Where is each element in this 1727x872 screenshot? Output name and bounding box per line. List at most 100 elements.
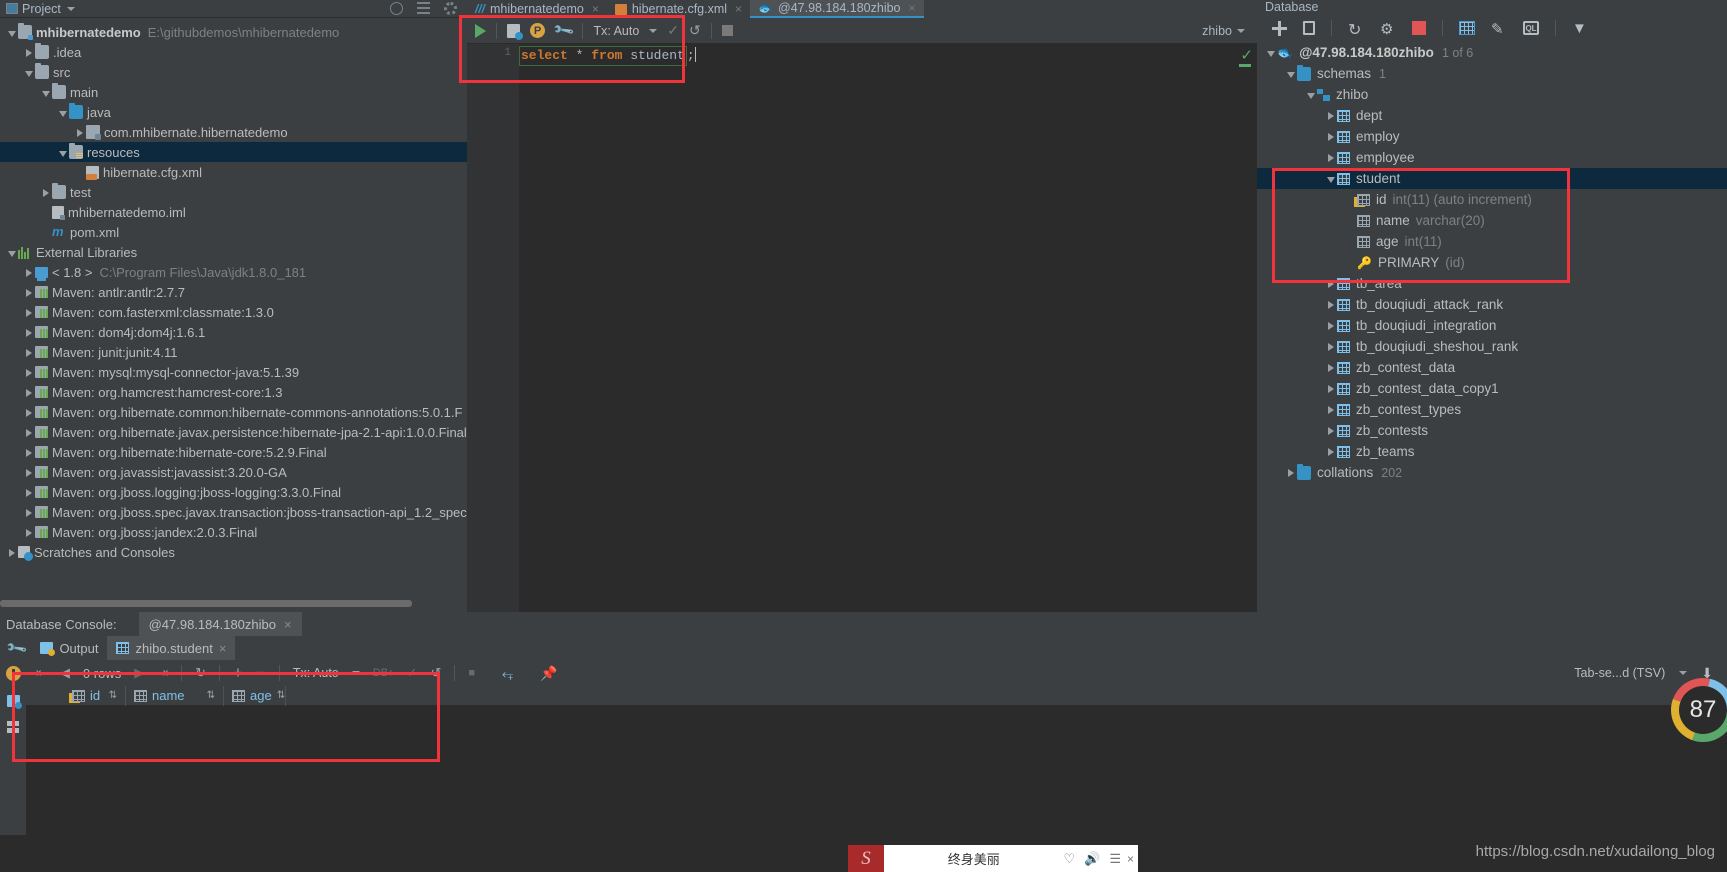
- project-tree-item[interactable]: Maven: com.fasterxml:classmate:1.3.0: [0, 302, 467, 322]
- sort-icon[interactable]: ⇅: [109, 690, 117, 701]
- twisty-collapsed[interactable]: [23, 325, 35, 340]
- heart-icon[interactable]: ♡: [1063, 851, 1075, 867]
- commit-icon[interactable]: ✓: [667, 22, 679, 39]
- code-area[interactable]: 1 select * from student; ✓: [467, 44, 1257, 612]
- project-tree-item[interactable]: Maven: dom4j:dom4j:1.6.1: [0, 322, 467, 342]
- twisty-collapsed[interactable]: [1325, 318, 1337, 333]
- project-tree-item[interactable]: mhibernatedemo E:\githubdemos\mhibernated…: [0, 22, 467, 42]
- twisty-collapsed[interactable]: [1325, 360, 1337, 375]
- wrench-icon[interactable]: 🔧: [5, 636, 29, 660]
- database-tree-item[interactable]: schemas 1: [1257, 63, 1727, 84]
- project-tree-item[interactable]: Maven: org.javassist:javassist:3.20.0-GA: [0, 462, 467, 482]
- twisty-collapsed[interactable]: [1325, 129, 1337, 144]
- project-tree-item[interactable]: Maven: org.jboss:jandex:2.0.3.Final: [0, 522, 467, 542]
- twisty-expanded[interactable]: [57, 105, 69, 120]
- chevron-down-icon[interactable]: [66, 6, 75, 11]
- database-tree-item[interactable]: collations 202: [1257, 462, 1727, 483]
- results-toolbar[interactable]: ⇤ ◀ 0 rows ▶ ⇥ ↻ + − Tx: Auto DB↑ ✓ ↺ ■ …: [26, 660, 1727, 686]
- twisty-expanded[interactable]: [1305, 87, 1317, 102]
- console-tab-bar[interactable]: 🔧 Output zhibo.student ×: [0, 636, 1257, 660]
- remove-row-icon[interactable]: −: [256, 663, 266, 683]
- results-column-header[interactable]: age ⇅: [224, 685, 286, 706]
- project-tree-item[interactable]: java: [0, 102, 467, 122]
- project-tree-item[interactable]: src: [0, 62, 467, 82]
- twisty-collapsed[interactable]: [1325, 423, 1337, 438]
- project-tree-item[interactable]: test: [0, 182, 467, 202]
- stop-icon[interactable]: [721, 25, 733, 36]
- modify-icon[interactable]: ✎: [1491, 20, 1507, 38]
- twisty-collapsed[interactable]: [74, 125, 86, 140]
- revert-icon[interactable]: ↺: [430, 665, 441, 681]
- twisty-collapsed[interactable]: [1325, 297, 1337, 312]
- sort-icon[interactable]: ⇅: [277, 690, 285, 701]
- project-tree-item[interactable]: Maven: org.hibernate:hibernate-core:5.2.…: [0, 442, 467, 462]
- wrench-icon[interactable]: 🔧: [552, 19, 576, 43]
- console-tab[interactable]: Output: [31, 636, 107, 660]
- twisty-collapsed[interactable]: [1325, 276, 1337, 291]
- database-tree-item[interactable]: tb_area: [1257, 273, 1727, 294]
- database-tree-item[interactable]: tb_douqiudi_sheshou_rank: [1257, 336, 1727, 357]
- twisty-collapsed[interactable]: [6, 545, 18, 560]
- twisty-collapsed[interactable]: [1325, 381, 1337, 396]
- stop-icon[interactable]: ■: [468, 667, 475, 679]
- twisty-collapsed[interactable]: [1325, 150, 1337, 165]
- chevron-down-icon[interactable]: [649, 28, 658, 33]
- twisty-expanded[interactable]: [23, 65, 35, 80]
- database-tree-item[interactable]: student: [1257, 168, 1727, 189]
- project-tree-item[interactable]: resouces: [0, 142, 467, 162]
- twisty-expanded[interactable]: [1285, 66, 1297, 81]
- inspection-ok-icon[interactable]: ✓: [1240, 46, 1253, 64]
- database-tree[interactable]: 🐟 @47.98.184.180zhibo 1 of 6 schemas 1 zhibo d…: [1257, 42, 1727, 612]
- twisty-collapsed[interactable]: [23, 365, 35, 380]
- submit-db-icon[interactable]: DB↑: [373, 667, 394, 679]
- database-icon[interactable]: [6, 695, 22, 709]
- twisty-collapsed[interactable]: [1285, 465, 1297, 480]
- reload-icon[interactable]: ↻: [195, 665, 206, 681]
- close-icon[interactable]: ×: [219, 641, 227, 656]
- close-icon[interactable]: ×: [1127, 852, 1138, 866]
- database-tree-item[interactable]: age int(11): [1257, 231, 1727, 252]
- editor-tab-bar[interactable]: /// mhibernatedemo × hibernate.cfg.xml × 🐟 @47…: [467, 0, 1257, 18]
- playlist-icon[interactable]: ☰: [1109, 851, 1121, 867]
- twisty-collapsed[interactable]: [1325, 108, 1337, 123]
- project-tree-item[interactable]: External Libraries: [0, 242, 467, 262]
- results-grid-header[interactable]: id ⇅ name ⇅ age ⇅: [26, 685, 1727, 706]
- results-column-header[interactable]: name ⇅: [126, 685, 224, 706]
- sql-history-icon[interactable]: [507, 23, 523, 40]
- twisty-collapsed[interactable]: [23, 45, 35, 60]
- sync-icon[interactable]: ⚙: [1380, 20, 1396, 38]
- database-tree-item[interactable]: 🔑 PRIMARY (id): [1257, 252, 1727, 273]
- grid-view-icon[interactable]: [7, 721, 19, 733]
- twisty-collapsed[interactable]: [1325, 339, 1337, 354]
- project-tree-item[interactable]: Maven: org.jboss.logging:jboss-logging:3…: [0, 482, 467, 502]
- commit-icon[interactable]: ✓: [407, 665, 418, 681]
- export-format-label[interactable]: Tab-se...d (TSV): [1574, 666, 1665, 680]
- globe-icon[interactable]: [390, 2, 403, 15]
- music-player-popup[interactable]: S 终身美丽 ♡ 🔊 ☰ ×: [848, 845, 1138, 872]
- database-tree-item[interactable]: name varchar(20): [1257, 210, 1727, 231]
- query-console-icon[interactable]: QL: [1523, 21, 1539, 35]
- prev-page-icon[interactable]: ◀: [60, 665, 70, 681]
- stop-icon[interactable]: [1412, 21, 1426, 35]
- project-horizontal-scrollbar[interactable]: [0, 598, 467, 608]
- tx-mode-label[interactable]: Tx: Auto: [593, 24, 639, 38]
- inspection-marker[interactable]: [1239, 64, 1251, 67]
- database-toolbar[interactable]: ↻ ⚙ ✎ QL ▼: [1257, 14, 1727, 42]
- project-tree-item[interactable]: Scratches and Consoles: [0, 542, 467, 562]
- project-tree-item[interactable]: Maven: org.jboss.spec.javax.transaction:…: [0, 502, 467, 522]
- twisty-collapsed[interactable]: [23, 425, 35, 440]
- rollback-icon[interactable]: ↺: [689, 22, 701, 39]
- gear-icon[interactable]: [444, 2, 457, 15]
- database-tree-item[interactable]: employee: [1257, 147, 1727, 168]
- twisty-collapsed[interactable]: [23, 285, 35, 300]
- project-tree-item[interactable]: Maven: org.hibernate.javax.persistence:h…: [0, 422, 467, 442]
- twisty-expanded[interactable]: [6, 25, 18, 40]
- database-selector[interactable]: zhibo: [1202, 24, 1257, 38]
- project-tree-item[interactable]: m pom.xml: [0, 222, 467, 242]
- twisty-collapsed[interactable]: [23, 405, 35, 420]
- refresh-icon[interactable]: ↻: [1348, 20, 1364, 39]
- twisty-collapsed[interactable]: [23, 485, 35, 500]
- twisty-collapsed[interactable]: [23, 305, 35, 320]
- project-tree-item[interactable]: Maven: mysql:mysql-connector-java:5.1.39: [0, 362, 467, 382]
- project-tree-item[interactable]: main: [0, 82, 467, 102]
